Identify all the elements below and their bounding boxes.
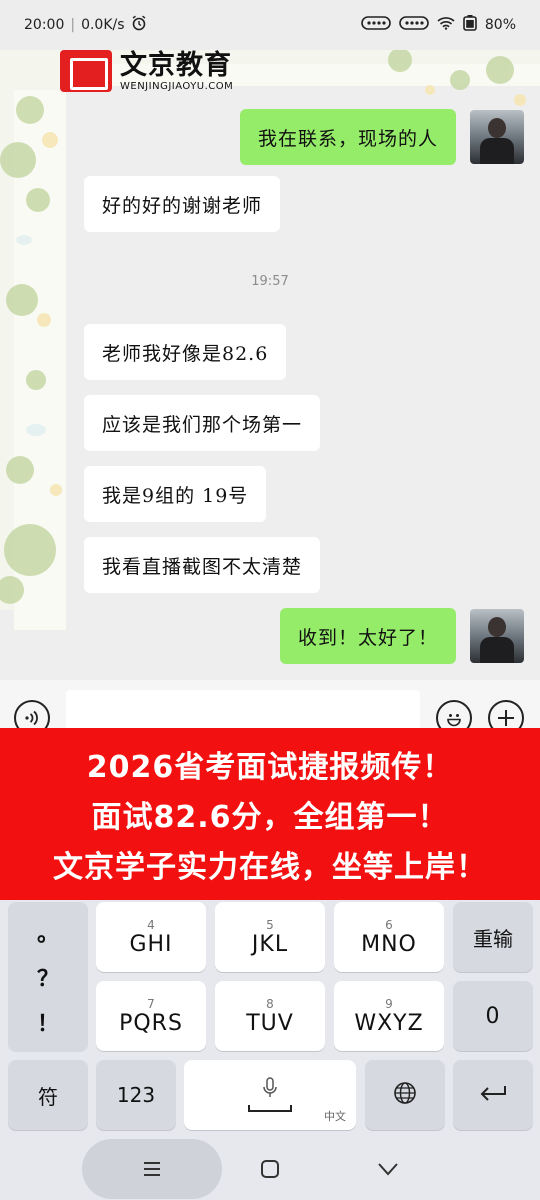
key-number: 9 <box>385 996 393 1011</box>
status-net-speed: 0.0K/s <box>81 17 125 33</box>
message-input[interactable] <box>66 690 420 732</box>
signal-2-icon <box>399 16 429 34</box>
punct-exclaim[interactable]: ！ <box>37 1006 59 1038</box>
brand-name: 文京教育 <box>120 50 232 81</box>
punct-period[interactable]: 。 <box>37 916 59 948</box>
space-key[interactable]: 中文 <box>184 1060 356 1130</box>
banner-line-3: 文京学子实力在线，坐等上岸！ <box>53 850 487 885</box>
message-row: 好的好的谢谢老师 <box>84 176 281 232</box>
symbols-label: 符 <box>38 1084 58 1109</box>
key-number: 6 <box>385 917 393 932</box>
menu-icon[interactable] <box>137 1154 167 1184</box>
mic-icon <box>262 1076 278 1104</box>
promo-banner: 2026省考面试捷报频传！ 面试82.6分，全组第一！ 文京学子实力在线，坐等上… <box>0 728 540 900</box>
status-bar: 20:00 | 0.0K/s 80% <box>0 0 540 50</box>
key-letters: TUV <box>246 1010 294 1036</box>
message-bubble[interactable]: 我看直播截图不太清楚 <box>84 537 321 593</box>
message-bubble[interactable]: 好的好的谢谢老师 <box>84 176 281 232</box>
alarm-icon <box>131 15 147 35</box>
key-number: 5 <box>266 917 274 932</box>
message-row: 我是9组的 19号 <box>84 466 267 522</box>
message-row: 我在联系，现场的人 <box>239 109 524 165</box>
key-mno[interactable]: 6 MNO <box>334 902 444 972</box>
zero-label: 0 <box>485 1003 501 1029</box>
banner-line-2: 面试82.6分，全组第一！ <box>91 800 449 835</box>
key-letters: PQRS <box>119 1010 183 1036</box>
key-pqrs[interactable]: 7 PQRS <box>96 981 206 1051</box>
numbers-key[interactable]: 123 <box>96 1060 176 1130</box>
back-icon[interactable] <box>373 1154 403 1184</box>
symbols-key[interactable]: 符 <box>8 1060 88 1130</box>
message-timestamp: 19:57 <box>251 274 289 289</box>
brand-url: WENJINGJIAOYU.COM <box>120 80 234 92</box>
key-number: 4 <box>147 917 155 932</box>
enter-key[interactable] <box>453 1060 533 1130</box>
globe-icon <box>393 1081 417 1109</box>
status-divider: | <box>70 17 76 33</box>
key-jkl[interactable]: 5 JKL <box>215 902 325 972</box>
space-bar-icon <box>248 1104 292 1112</box>
language-key[interactable] <box>365 1060 445 1130</box>
punct-question[interactable]: ？ <box>37 961 59 993</box>
avatar[interactable] <box>470 110 524 164</box>
banner-line-1: 2026省考面试捷报频传！ <box>86 750 454 785</box>
status-time: 20:00 <box>24 17 65 33</box>
key-wxyz[interactable]: 9 WXYZ <box>334 981 444 1051</box>
key-tuv[interactable]: 8 TUV <box>215 981 325 1051</box>
reinput-key[interactable]: 重输 <box>453 902 533 972</box>
battery-icon <box>463 15 477 35</box>
reinput-label: 重输 <box>473 926 513 951</box>
brand-logo: 文京教育 WENJINGJIAOYU.COM <box>60 50 233 92</box>
numbers-label: 123 <box>116 1083 156 1107</box>
message-row: 我看直播截图不太清楚 <box>84 537 321 593</box>
brand-mark-icon <box>60 50 112 92</box>
chat-area[interactable]: 文京教育 WENJINGJIAOYU.COM 我在联系，现场的人 好的好的谢谢老… <box>0 50 540 680</box>
key-letters: GHI <box>129 931 173 957</box>
key-number: 7 <box>147 996 155 1011</box>
zero-key[interactable]: 0 <box>453 981 533 1051</box>
message-row: 老师我好像是82.6 <box>84 324 287 380</box>
avatar[interactable] <box>470 609 524 663</box>
home-icon[interactable] <box>255 1154 285 1184</box>
message-row: 收到！太好了！ <box>279 608 524 664</box>
key-letters: WXYZ <box>354 1010 424 1036</box>
key-number: 8 <box>266 996 274 1011</box>
wifi-icon <box>437 16 455 34</box>
message-bubble[interactable]: 我是9组的 19号 <box>84 466 267 522</box>
battery-level: 80% <box>484 17 516 33</box>
message-bubble[interactable]: 老师我好像是82.6 <box>84 324 287 380</box>
key-ghi[interactable]: 4 GHI <box>96 902 206 972</box>
space-sub-label: 中文 <box>324 1110 346 1123</box>
enter-icon <box>478 1084 508 1106</box>
signal-1-icon <box>361 16 391 34</box>
message-bubble[interactable]: 应该是我们那个场第一 <box>84 395 321 451</box>
key-letters: MNO <box>361 931 417 957</box>
key-letters: JKL <box>251 931 289 957</box>
punctuation-column[interactable]: 。 ？ ！ <box>8 902 88 1052</box>
message-row: 应该是我们那个场第一 <box>84 395 321 451</box>
message-bubble-mine[interactable]: 收到！太好了！ <box>279 608 456 664</box>
message-bubble-mine[interactable]: 我在联系，现场的人 <box>239 109 456 165</box>
